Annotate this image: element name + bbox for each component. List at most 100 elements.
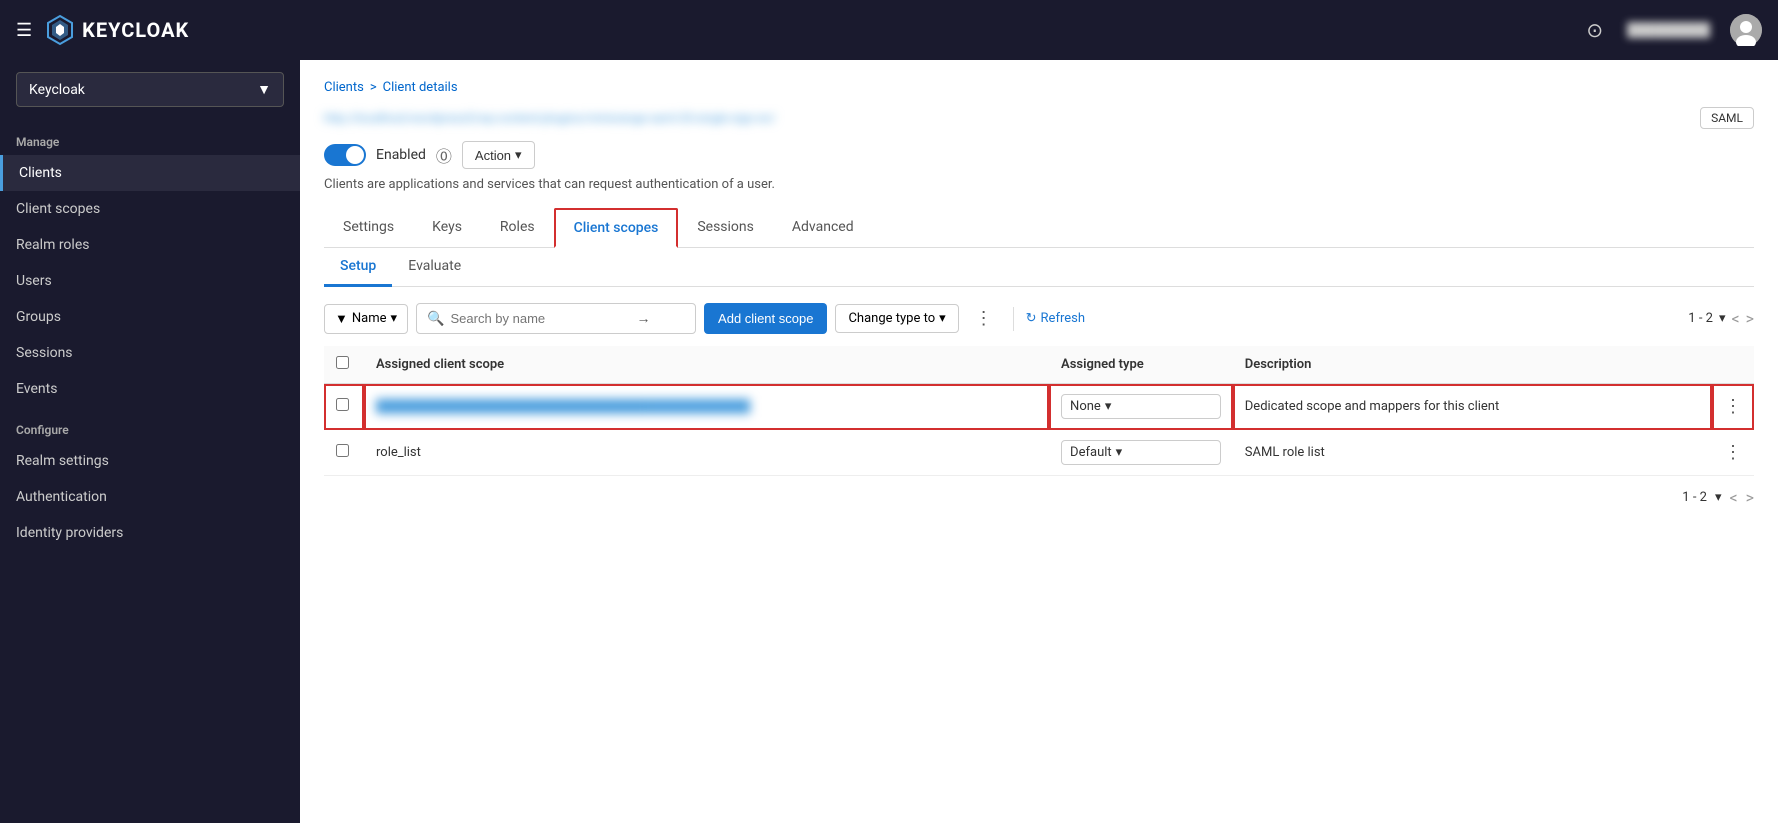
client-title-row: http://localhost/wordpress5/wp-content/p… [324,107,1754,129]
row2-type-select[interactable]: Default ▾ [1061,440,1221,465]
next-page-button[interactable]: > [1746,309,1754,328]
th-checkbox [324,346,364,384]
row2-checkbox[interactable] [336,444,349,457]
row1-scope-name: ████████████████████████████████████████… [364,384,1049,430]
realm-selector-chevron: ▼ [257,81,271,98]
enabled-help-icon[interactable]: ⓪ [436,143,452,167]
table-row: ████████████████████████████████████████… [324,384,1754,430]
help-icon[interactable]: ⊙ [1586,18,1603,42]
user-name: █████████ [1627,22,1710,38]
keycloak-logo-icon [44,14,76,46]
sidebar-item-clients[interactable]: Clients [0,155,300,191]
th-assigned-type: Assigned type [1049,346,1233,384]
row2-description: SAML role list [1233,430,1712,476]
sidebar-item-authentication[interactable]: Authentication [0,479,300,515]
realm-selector[interactable]: Keycloak ▼ [16,72,284,107]
search-icon: 🔍 [427,311,444,327]
tab-settings[interactable]: Settings [324,208,413,248]
more-options-icon[interactable]: ⋮ [967,304,1001,333]
type-chevron-icon: ▾ [1116,445,1123,460]
main-content: Clients > Client details http://localhos… [300,60,1778,823]
enabled-toggle[interactable] [324,144,366,166]
toolbar: ▼ Name ▾ 🔍 → Add client scope Change typ… [324,303,1754,334]
sidebar-item-groups[interactable]: Groups [0,299,300,335]
filter-icon: ▼ [335,311,348,327]
change-type-chevron-icon: ▾ [939,311,946,326]
refresh-button[interactable]: ↻ Refresh [1026,311,1085,326]
navbar: ☰ KEYCLOAK ⊙ █████████ [0,0,1778,60]
avatar[interactable] [1730,14,1762,46]
action-chevron-icon: ▾ [515,147,522,163]
sidebar-item-users[interactable]: Users [0,263,300,299]
select-all-checkbox[interactable] [336,356,349,369]
enabled-label: Enabled [376,147,426,163]
pagination-info: 1 - 2 ▾ < > [1688,309,1754,328]
app-name: KEYCLOAK [82,18,189,42]
th-actions [1712,346,1754,384]
filter-chevron-icon: ▾ [391,311,398,326]
client-url: http://localhost/wordpress5/wp-content/p… [324,111,1688,125]
enabled-row: Enabled ⓪ Action ▾ [324,141,1754,169]
app-body: Keycloak ▼ Manage Clients Client scopes … [0,60,1778,823]
manage-section-label: Manage [0,119,300,155]
sidebar-item-identity-providers[interactable]: Identity providers [0,515,300,551]
breadcrumb: Clients > Client details [324,80,1754,95]
row1-assigned-type: None ▾ [1049,384,1233,430]
row1-description: Dedicated scope and mappers for this cli… [1233,384,1712,430]
app-logo: KEYCLOAK [44,14,189,46]
th-description: Description [1233,346,1712,384]
search-arrow-icon[interactable]: → [636,310,650,327]
sub-tab-evaluate[interactable]: Evaluate [392,248,477,287]
row2-actions: ⋮ [1712,430,1754,476]
change-type-button[interactable]: Change type to ▾ [835,304,958,333]
tab-advanced[interactable]: Advanced [773,208,873,248]
sub-tab-bar: Setup Evaluate [324,248,1754,287]
sidebar-item-client-scopes[interactable]: Client scopes [0,191,300,227]
row2-more-icon[interactable]: ⋮ [1724,442,1742,463]
client-scopes-table: Assigned client scope Assigned type Desc… [324,346,1754,476]
type-chevron-icon: ▾ [1105,399,1112,414]
search-input[interactable] [450,311,630,326]
tab-keys[interactable]: Keys [413,208,481,248]
prev-page-button[interactable]: < [1731,309,1739,328]
configure-section-label: Configure [0,407,300,443]
tab-bar: Settings Keys Roles Client scopes Sessio… [324,208,1754,248]
refresh-icon: ↻ [1026,311,1037,326]
avatar-icon [1730,14,1762,46]
tab-sessions[interactable]: Sessions [678,208,773,248]
row1-actions: ⋮ [1712,384,1754,430]
pagination-bottom-next-icon[interactable]: > [1746,488,1754,507]
action-button[interactable]: Action ▾ [462,141,535,169]
pagination-bottom-prev-icon[interactable]: < [1729,488,1737,507]
sidebar-item-sessions[interactable]: Sessions [0,335,300,371]
row1-type-select[interactable]: None ▾ [1061,394,1221,419]
breadcrumb-clients-link[interactable]: Clients [324,80,364,95]
breadcrumb-separator: > [370,80,377,95]
pagination-bottom-chevron-icon[interactable]: ▾ [1715,490,1722,505]
row2-assigned-type: Default ▾ [1049,430,1233,476]
sub-tab-setup[interactable]: Setup [324,248,392,287]
divider [1013,307,1014,331]
row1-more-icon[interactable]: ⋮ [1724,396,1742,417]
row2-scope-name: role_list [364,430,1049,476]
row1-checkbox-cell [324,384,364,430]
tab-client-scopes[interactable]: Client scopes [554,208,679,248]
pagination-bottom: 1 - 2 ▾ < > [324,476,1754,519]
row2-checkbox-cell [324,430,364,476]
tab-roles[interactable]: Roles [481,208,554,248]
hamburger-icon[interactable]: ☰ [16,20,32,41]
th-assigned-scope: Assigned client scope [364,346,1049,384]
add-client-scope-button[interactable]: Add client scope [704,303,827,334]
sidebar-item-events[interactable]: Events [0,371,300,407]
client-description: Clients are applications and services th… [324,177,1754,192]
breadcrumb-current: Client details [383,80,458,95]
row1-checkbox[interactable] [336,398,349,411]
sidebar: Keycloak ▼ Manage Clients Client scopes … [0,60,300,823]
saml-badge: SAML [1700,107,1754,129]
name-filter-button[interactable]: ▼ Name ▾ [324,304,408,334]
sidebar-item-realm-roles[interactable]: Realm roles [0,227,300,263]
pagination-chevron-down-icon[interactable]: ▾ [1719,311,1726,326]
sidebar-item-realm-settings[interactable]: Realm settings [0,443,300,479]
search-box: 🔍 → [416,303,696,334]
table-row: role_list Default ▾ SAML role list ⋮ [324,430,1754,476]
